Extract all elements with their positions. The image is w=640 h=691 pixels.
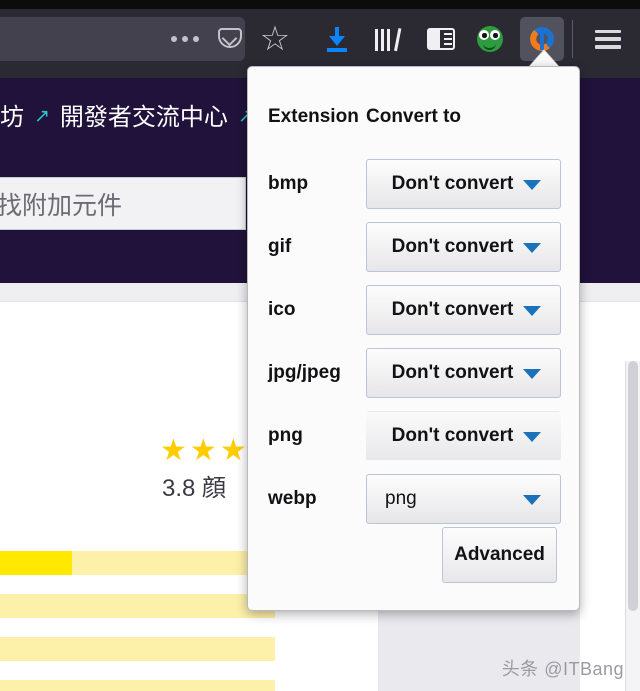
scrollbar-thumb[interactable] bbox=[628, 361, 638, 611]
download-arrow-icon bbox=[324, 26, 350, 52]
convert-select-ico[interactable]: Don't convert bbox=[366, 284, 561, 335]
library-books-icon bbox=[375, 27, 403, 52]
chevron-down-icon bbox=[523, 179, 541, 190]
conversion-row-jpg: jpg/jpeg Don't convert bbox=[248, 341, 581, 404]
star-filled-icon: ★ bbox=[189, 434, 217, 467]
titlebar-strip bbox=[0, 0, 640, 9]
extension-label-bmp: bmp bbox=[268, 172, 309, 194]
convert-extension-icon bbox=[528, 25, 556, 53]
extension-label-jpg: jpg/jpeg bbox=[268, 361, 341, 383]
extension-label-gif: gif bbox=[268, 235, 292, 257]
histogram-track bbox=[0, 637, 275, 661]
chevron-down-icon bbox=[523, 431, 541, 442]
header-extension: Extension bbox=[268, 106, 359, 127]
histogram-row bbox=[0, 551, 275, 575]
bookmark-button[interactable]: ☆ bbox=[253, 17, 297, 61]
conversion-row-bmp: bmp Don't convert bbox=[248, 152, 581, 215]
addon-search-placeholder: 找附加元件 bbox=[0, 191, 123, 220]
conversion-rows: bmp Don't convert gif Don't convert ico … bbox=[248, 152, 581, 530]
histogram-track bbox=[0, 594, 275, 618]
star-filled-icon: ★ bbox=[219, 434, 247, 467]
convert-select-gif[interactable]: Don't convert bbox=[366, 221, 561, 272]
chevron-down-icon bbox=[523, 242, 541, 253]
toolbar-divider bbox=[572, 20, 573, 58]
histogram-row bbox=[0, 680, 275, 691]
sidebar-toggle-button[interactable] bbox=[419, 17, 463, 61]
histogram-row bbox=[0, 594, 275, 618]
conversion-row-webp: webp png bbox=[248, 467, 581, 530]
conversion-row-gif: gif Don't convert bbox=[248, 215, 581, 278]
extension-label-png: png bbox=[268, 424, 303, 446]
page-actions-button[interactable] bbox=[163, 17, 207, 61]
histogram-fill bbox=[0, 551, 72, 575]
more-dots-icon bbox=[171, 36, 199, 42]
chevron-down-icon bbox=[523, 305, 541, 316]
save-to-pocket-button[interactable] bbox=[208, 17, 252, 61]
popup-footer: Advanced bbox=[248, 527, 581, 583]
star-icon: ☆ bbox=[259, 20, 291, 58]
histogram-track bbox=[0, 680, 275, 691]
convert-select-webp[interactable]: png bbox=[366, 473, 561, 524]
sidebar-toggle-icon bbox=[427, 28, 455, 50]
library-button[interactable] bbox=[367, 17, 411, 61]
hamburger-menu-icon bbox=[595, 29, 621, 49]
frog-extension-button[interactable] bbox=[468, 17, 512, 61]
addon-search-input[interactable]: 找附加元件 bbox=[0, 177, 246, 230]
pocket-icon bbox=[217, 26, 243, 52]
extension-label-webp: webp bbox=[268, 487, 317, 509]
advanced-button[interactable]: Advanced bbox=[442, 527, 557, 583]
convert-extension-popup: Extension Convert to bmp Don't convert g… bbox=[247, 66, 580, 611]
histogram-row bbox=[0, 637, 275, 661]
screenshot-root: ☆ 坊 ↗ 開發者交流中心 ↗ 找附加元件 ★ ★ ★ 3.8 顔 头条 @IT… bbox=[0, 0, 640, 691]
rating-stars: ★ ★ ★ bbox=[160, 436, 247, 466]
downloads-button[interactable] bbox=[315, 17, 359, 61]
chevron-down-icon bbox=[523, 494, 541, 505]
extension-label-ico: ico bbox=[268, 298, 296, 320]
header-convert-to: Convert to bbox=[366, 106, 461, 127]
rating-histogram bbox=[0, 551, 275, 691]
conversion-row-ico: ico Don't convert bbox=[248, 278, 581, 341]
nav-link-developer-hub[interactable]: 開發者交流中心 bbox=[60, 97, 228, 132]
rating-value-label: 3.8 顔 bbox=[162, 475, 227, 502]
convert-select-bmp[interactable]: Don't convert bbox=[366, 158, 561, 209]
star-filled-icon: ★ bbox=[160, 434, 187, 467]
page-scrollbar[interactable] bbox=[625, 361, 640, 691]
convert-select-png[interactable]: Don't convert bbox=[366, 410, 561, 461]
convert-select-jpg[interactable]: Don't convert bbox=[366, 347, 561, 398]
popup-column-headers: Extension Convert to bbox=[248, 97, 581, 137]
app-menu-button[interactable] bbox=[586, 17, 630, 61]
external-link-icon: ↗ bbox=[34, 105, 50, 127]
watermark-label: 头条 @ITBang bbox=[501, 659, 624, 679]
conversion-row-png: png Don't convert bbox=[248, 404, 581, 467]
frog-extension-icon bbox=[477, 26, 503, 52]
nav-text-fragment: 坊 bbox=[0, 103, 24, 131]
chevron-down-icon bbox=[523, 368, 541, 379]
